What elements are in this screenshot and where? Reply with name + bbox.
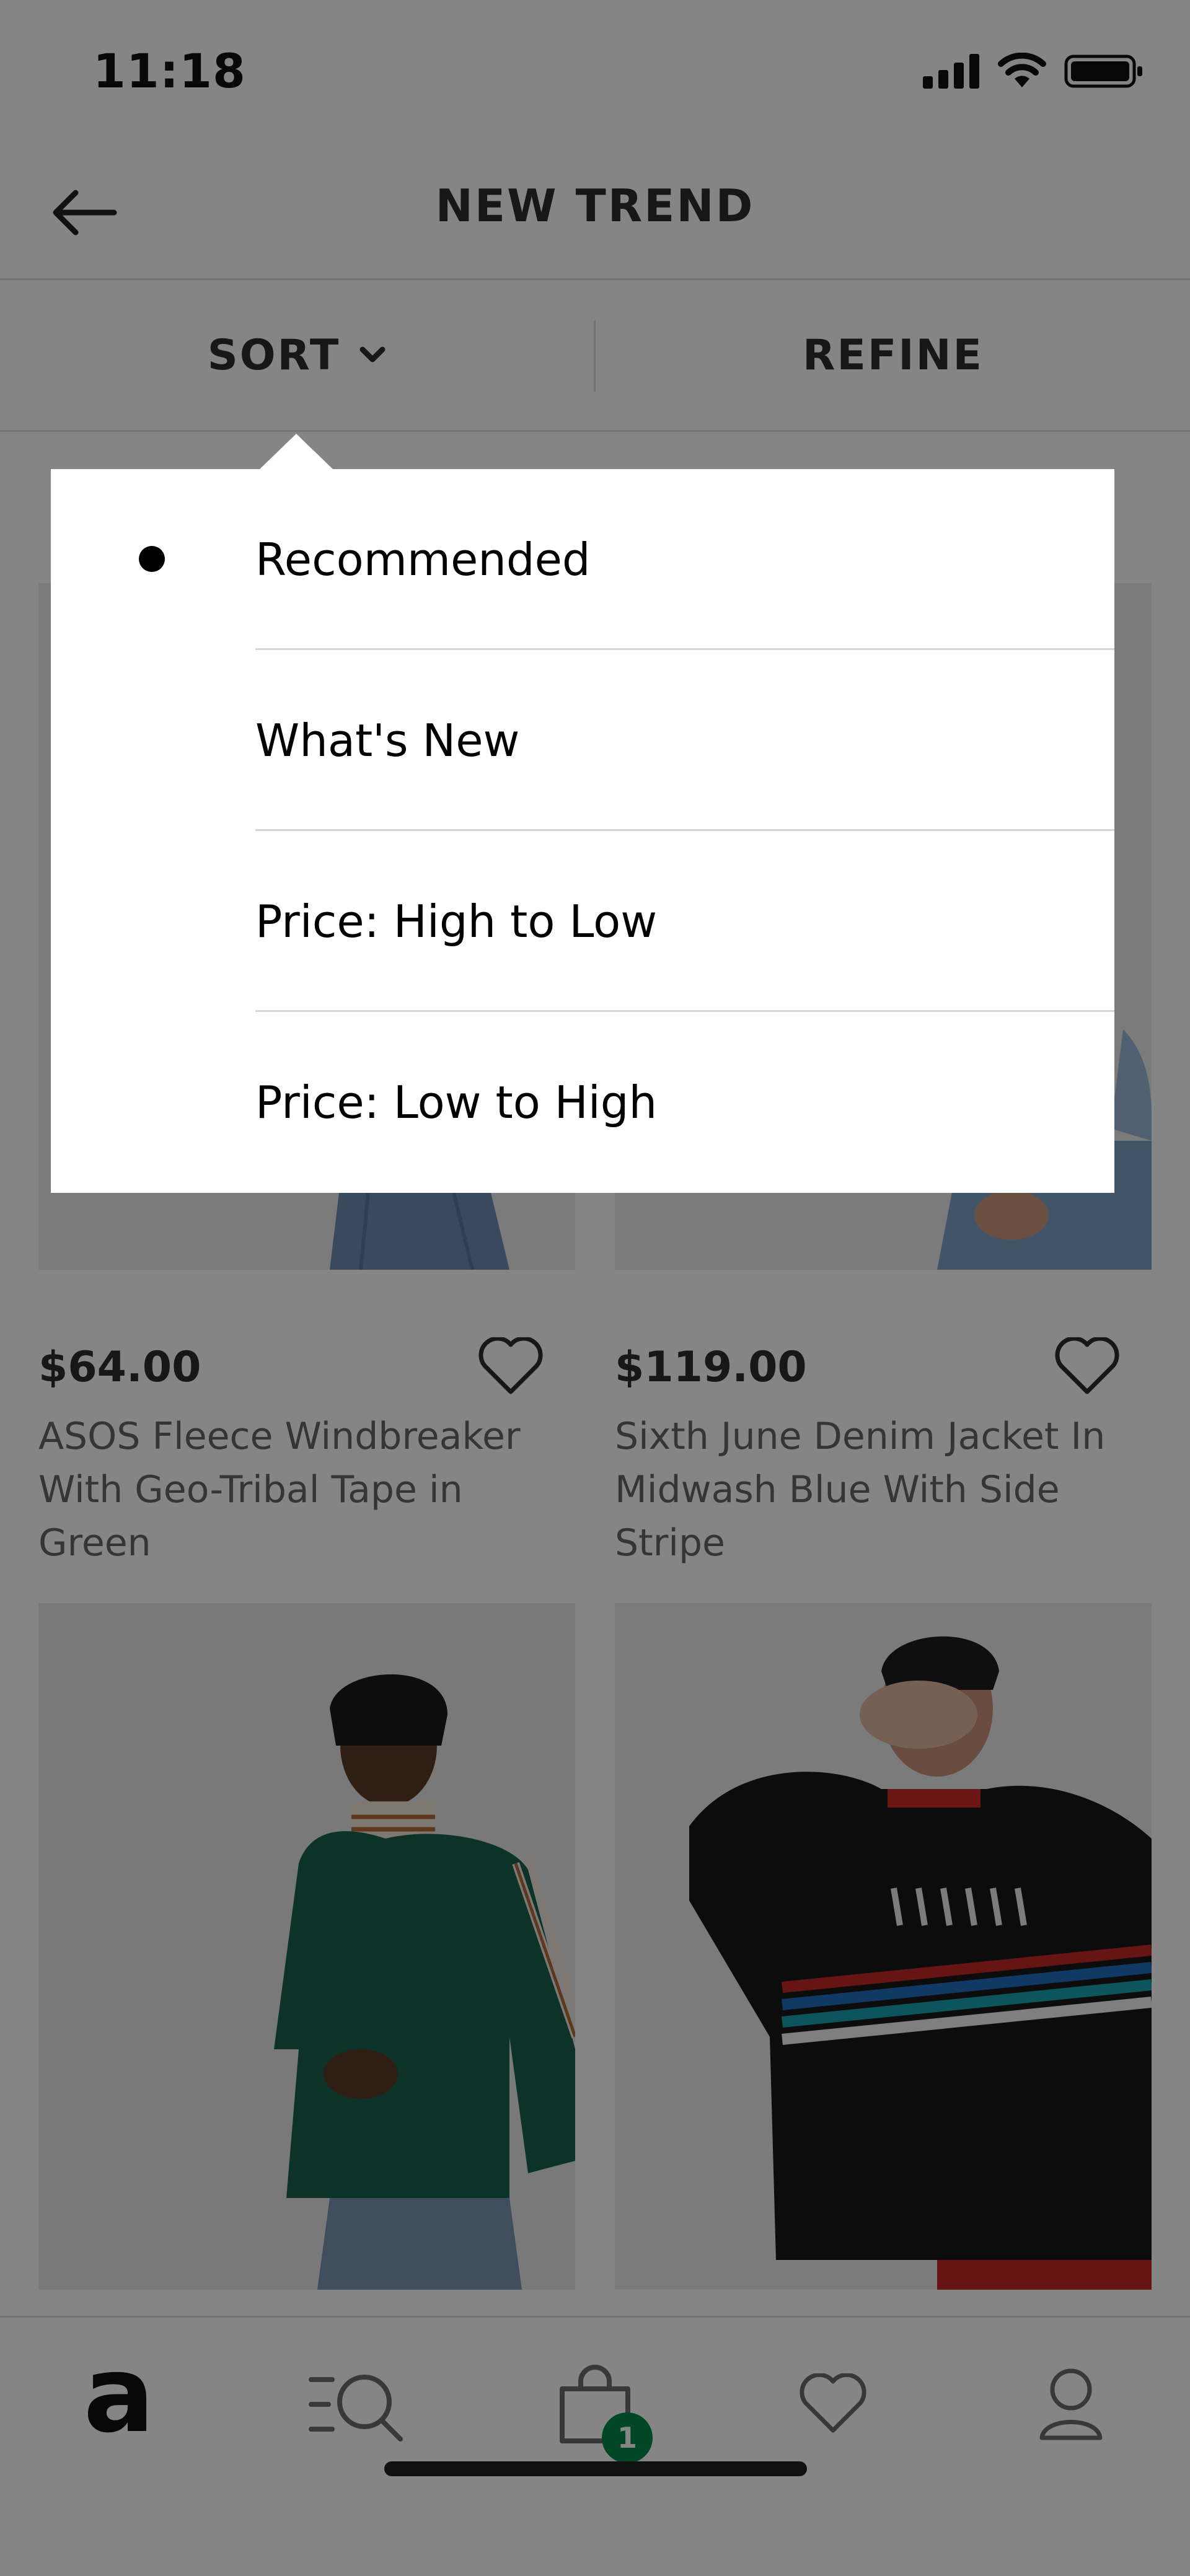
home-indicator[interactable]: [384, 2461, 807, 2476]
sort-option-recommended[interactable]: Recommended: [51, 469, 1114, 650]
sort-option-label: Price: Low to High: [255, 1076, 658, 1128]
selected-bullet-icon: [139, 546, 165, 572]
sort-dropdown: Recommended What's New Price: High to Lo…: [51, 469, 1114, 1193]
sort-option-label: Recommended: [255, 534, 591, 586]
sort-option-price-high-low[interactable]: Price: High to Low: [51, 831, 1114, 1012]
sort-option-label: Price: High to Low: [255, 895, 658, 947]
dropdown-backdrop[interactable]: [0, 0, 1190, 2576]
sort-option-price-low-high[interactable]: Price: Low to High: [51, 1012, 1114, 1193]
sort-option-label: What's New: [255, 714, 520, 767]
sort-option-whats-new[interactable]: What's New: [51, 650, 1114, 831]
dropdown-caret: [259, 434, 333, 470]
